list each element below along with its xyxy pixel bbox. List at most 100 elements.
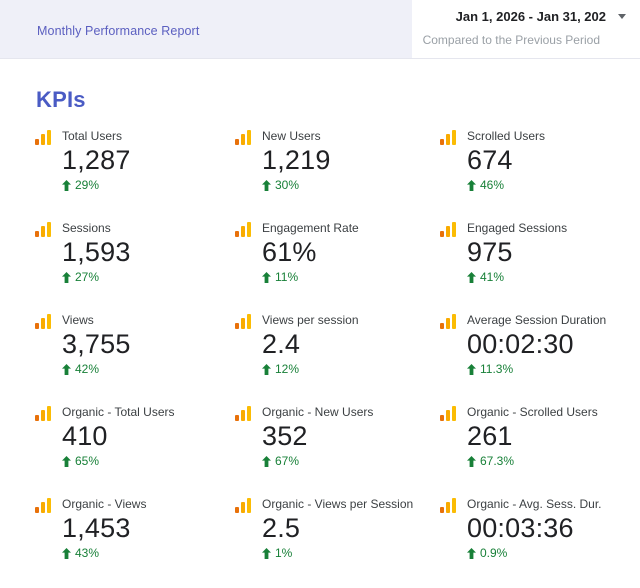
kpi-label: Organic - Views per Session: [262, 497, 414, 511]
report-title: Monthly Performance Report: [37, 24, 200, 38]
bar-chart-icon: [35, 314, 51, 329]
kpi-grid: Total Users 1,287 29% New Users 1,219 30…: [0, 128, 640, 588]
kpi-label: New Users: [262, 129, 321, 143]
kpi-content: Engaged Sessions 975 41%: [467, 220, 567, 284]
kpi-content: Total Users 1,287 29%: [62, 128, 131, 192]
kpi-delta: 42%: [62, 362, 131, 376]
kpi-content: Views per session 2.4 12%: [262, 312, 359, 376]
arrow-up-icon: [262, 179, 271, 191]
kpi-delta: 30%: [262, 178, 331, 192]
arrow-up-icon: [62, 179, 71, 191]
section-title-kpis: KPIs: [36, 87, 86, 112]
kpi-delta: 11%: [262, 270, 359, 284]
kpi-content: Views 3,755 42%: [62, 312, 131, 376]
kpi-scorecard: Views 3,755 42%: [35, 312, 235, 404]
kpi-scorecard: Organic - Views per Session 2.5 1%: [235, 496, 440, 588]
chevron-down-icon: [618, 14, 626, 19]
kpi-label: Organic - Views: [62, 497, 147, 511]
arrow-up-icon: [467, 455, 476, 467]
kpi-label: Organic - Scrolled Users: [467, 405, 598, 419]
arrow-up-icon: [467, 271, 476, 283]
kpi-scorecard: Views per session 2.4 12%: [235, 312, 440, 404]
arrow-up-icon: [62, 455, 71, 467]
kpi-value: 1,593: [62, 237, 131, 267]
arrow-up-icon: [62, 547, 71, 559]
kpi-content: Engagement Rate 61% 11%: [262, 220, 359, 284]
kpi-delta: 65%: [62, 454, 174, 468]
kpi-delta-value: 42%: [75, 362, 100, 376]
bar-chart-icon: [235, 314, 251, 329]
bar-chart-icon: [440, 498, 456, 513]
kpi-delta: 12%: [262, 362, 359, 376]
kpi-delta-value: 27%: [75, 270, 100, 284]
kpi-value: 410: [62, 421, 108, 451]
kpi-scorecard: Scrolled Users 674 46%: [440, 128, 640, 220]
kpi-scorecard: Engaged Sessions 975 41%: [440, 220, 640, 312]
arrow-up-icon: [62, 271, 71, 283]
kpi-delta-value: 67.3%: [480, 454, 515, 468]
kpi-value: 1,287: [62, 145, 131, 175]
kpi-delta: 46%: [467, 178, 545, 192]
kpi-label: Organic - New Users: [262, 405, 374, 419]
kpi-delta-value: 12%: [275, 362, 300, 376]
date-range-selector[interactable]: Jan 1, 2026 - Jan 31, 202: [412, 9, 626, 24]
kpi-delta: 67%: [262, 454, 373, 468]
kpi-value: 2.4: [262, 329, 301, 359]
kpi-value: 3,755: [62, 329, 131, 359]
kpi-scorecard: New Users 1,219 30%: [235, 128, 440, 220]
arrow-up-icon: [262, 363, 271, 375]
kpi-content: Organic - Total Users 410 65%: [62, 404, 174, 468]
kpi-scorecard: Average Session Duration 00:02:30 11.3%: [440, 312, 640, 404]
kpi-scorecard: Engagement Rate 61% 11%: [235, 220, 440, 312]
kpi-value: 261: [467, 421, 513, 451]
kpi-label: Average Session Duration: [467, 313, 607, 327]
kpi-scorecard: Organic - Total Users 410 65%: [35, 404, 235, 496]
bar-chart-icon: [35, 222, 51, 237]
kpi-value: 00:03:36: [467, 513, 574, 543]
kpi-delta: 67.3%: [467, 454, 598, 468]
kpi-value: 00:02:30: [467, 329, 574, 359]
bar-chart-icon: [440, 406, 456, 421]
kpi-delta: 0.9%: [467, 546, 602, 560]
arrow-up-icon: [262, 547, 271, 559]
kpi-value: 674: [467, 145, 513, 175]
kpi-label: Total Users: [62, 129, 123, 143]
kpi-delta: 11.3%: [467, 362, 606, 376]
kpi-value: 352: [262, 421, 308, 451]
kpi-delta-value: 65%: [75, 454, 100, 468]
arrow-up-icon: [262, 455, 271, 467]
kpi-delta-value: 1%: [275, 546, 293, 560]
kpi-delta-value: 30%: [275, 178, 300, 192]
kpi-content: Organic - New Users 352 67%: [262, 404, 373, 468]
report-header: Monthly Performance Report Jan 1, 2026 -…: [0, 0, 640, 59]
kpi-content: Organic - Avg. Sess. Dur. 00:03:36 0.9%: [467, 496, 602, 560]
kpi-delta-value: 41%: [480, 270, 505, 284]
kpi-content: Organic - Views 1,453 43%: [62, 496, 146, 560]
kpi-content: New Users 1,219 30%: [262, 128, 331, 192]
bar-chart-icon: [235, 498, 251, 513]
kpi-content: Organic - Views per Session 2.5 1%: [262, 496, 413, 560]
kpi-delta: 41%: [467, 270, 567, 284]
arrow-up-icon: [62, 363, 71, 375]
bar-chart-icon: [35, 498, 51, 513]
bar-chart-icon: [440, 314, 456, 329]
kpi-label: Organic - Avg. Sess. Dur.: [467, 497, 602, 511]
kpi-scorecard: Total Users 1,287 29%: [35, 128, 235, 220]
kpi-delta-value: 67%: [275, 454, 300, 468]
kpi-value: 1,453: [62, 513, 131, 543]
kpi-value: 2.5: [262, 513, 301, 543]
kpi-delta: 1%: [262, 546, 413, 560]
kpi-delta: 29%: [62, 178, 131, 192]
kpi-delta-value: 11%: [275, 270, 299, 284]
kpi-label: Engaged Sessions: [467, 221, 568, 235]
arrow-up-icon: [262, 271, 271, 283]
date-range-panel: Jan 1, 2026 - Jan 31, 202 Compared to th…: [412, 0, 640, 58]
bar-chart-icon: [440, 222, 456, 237]
bar-chart-icon: [235, 130, 251, 145]
kpi-label: Engagement Rate: [262, 221, 359, 235]
bar-chart-icon: [35, 130, 51, 145]
kpi-scorecard: Organic - New Users 352 67%: [235, 404, 440, 496]
kpi-label: Views: [62, 313, 94, 327]
kpi-value: 975: [467, 237, 513, 267]
kpi-scorecard: Organic - Scrolled Users 261 67.3%: [440, 404, 640, 496]
